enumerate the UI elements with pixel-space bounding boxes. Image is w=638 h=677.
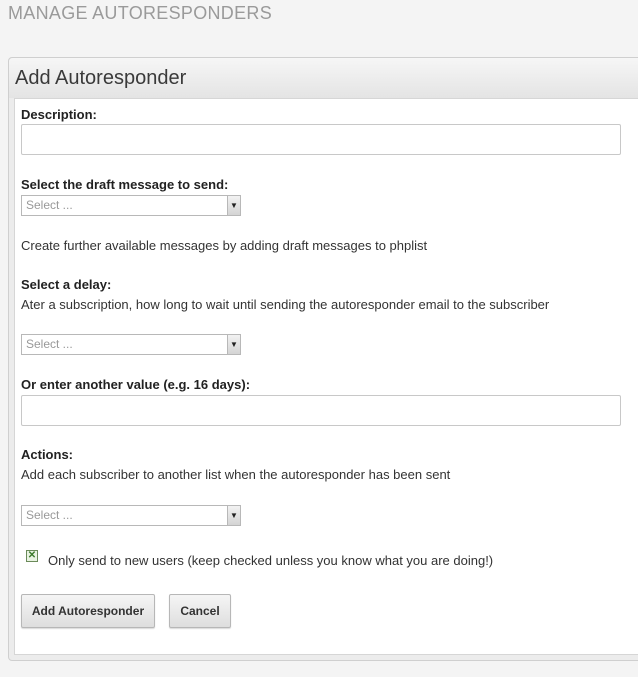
delay-select[interactable]: Select ... ▼ — [21, 334, 241, 355]
delay-select-value: Select ... — [26, 337, 73, 351]
delay-hint: Ater a subscription, how long to wait un… — [21, 297, 550, 312]
draft-message-select[interactable]: Select ... ▼ — [21, 195, 241, 216]
dropdown-arrow-icon: ▼ — [227, 335, 240, 354]
other-value-label: Or enter another value (e.g. 16 days): — [21, 377, 251, 392]
add-autoresponder-panel: Add Autoresponder Description: Select th… — [8, 57, 638, 661]
new-users-checkbox-label: Only send to new users (keep checked unl… — [48, 553, 494, 568]
actions-hint: Add each subscriber to another list when… — [21, 467, 451, 482]
actions-label: Actions: — [21, 447, 73, 462]
description-input[interactable] — [21, 124, 621, 155]
autoresponder-form: Description: Select the draft message to… — [14, 98, 638, 655]
dropdown-arrow-icon: ▼ — [227, 506, 240, 525]
add-autoresponder-button[interactable]: Add Autoresponder — [21, 594, 155, 628]
draft-message-select-value: Select ... — [26, 198, 73, 212]
panel-title: Add Autoresponder — [9, 58, 638, 98]
cancel-button[interactable]: Cancel — [169, 594, 231, 628]
draft-message-label: Select the draft message to send: — [21, 177, 229, 192]
new-users-checkbox[interactable]: ✕ — [26, 550, 38, 562]
checkmark-icon: ✕ — [27, 550, 37, 561]
page-title: MANAGE AUTORESPONDERS — [8, 3, 273, 23]
actions-select[interactable]: Select ... ▼ — [21, 505, 241, 526]
actions-select-value: Select ... — [26, 508, 73, 522]
description-label: Description: — [21, 107, 97, 122]
draft-message-hint: Create further available messages by add… — [21, 238, 428, 253]
other-value-input[interactable] — [21, 395, 621, 426]
delay-label: Select a delay: — [21, 277, 112, 292]
dropdown-arrow-icon: ▼ — [227, 196, 240, 215]
